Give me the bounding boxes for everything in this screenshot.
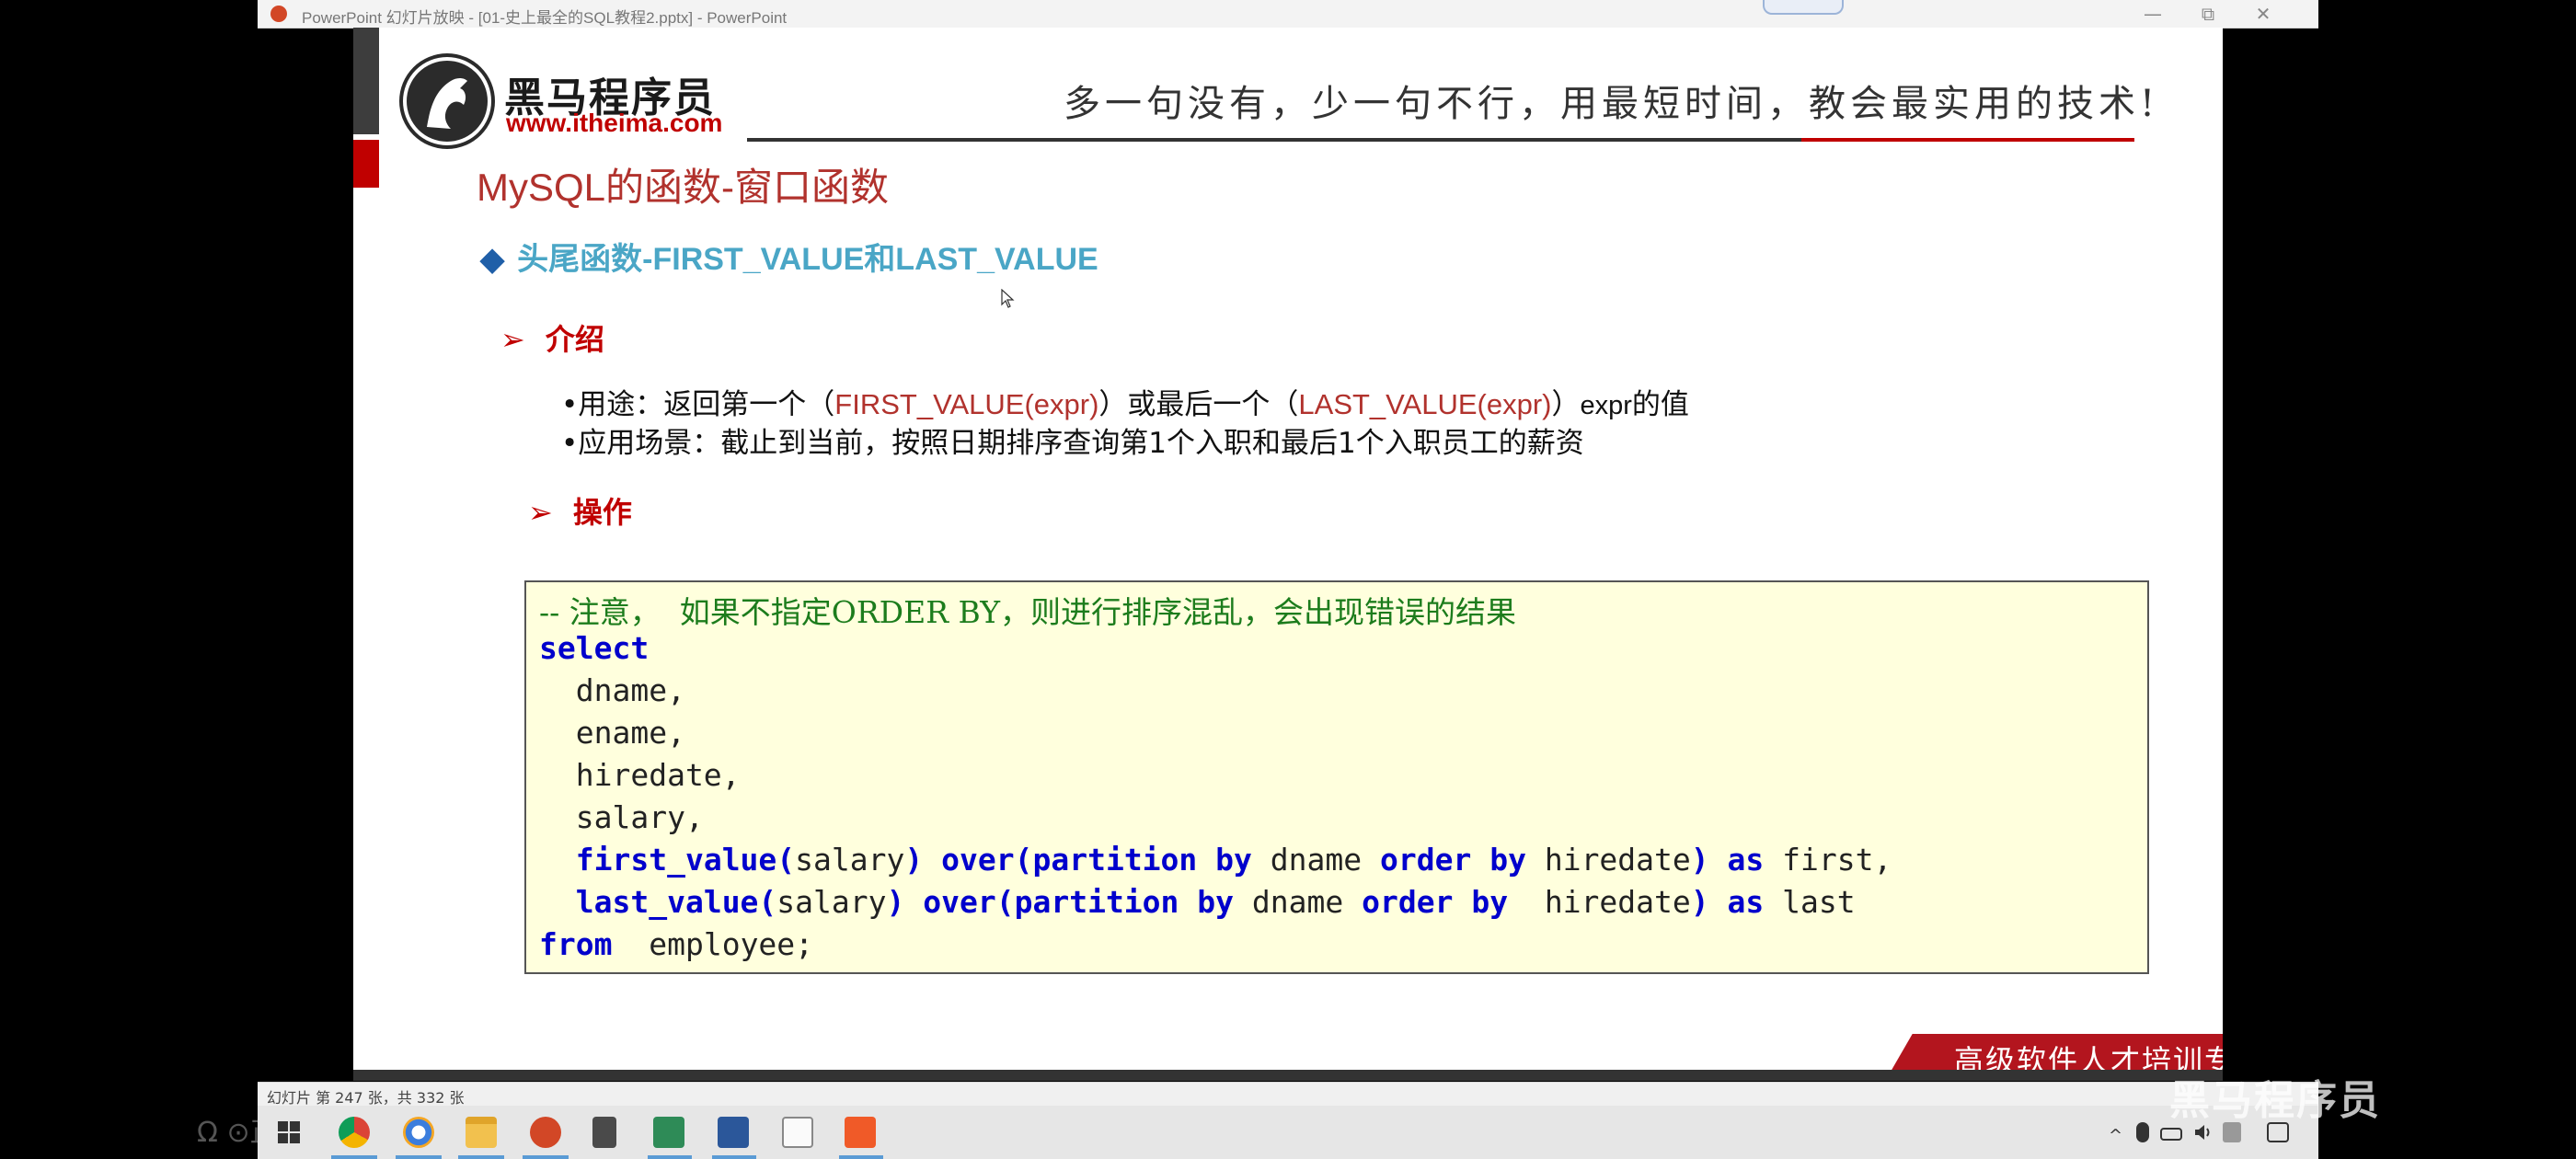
code-kw: over(partition by	[923, 884, 1235, 920]
window-title: PowerPoint 幻灯片放映 - [01-史上最全的SQL教程2.pptx]…	[302, 9, 788, 27]
intro-heading: ➢ 介绍	[500, 316, 604, 359]
powerpoint-icon	[270, 6, 287, 22]
fn-first-value: FIRST_VALUE(expr)	[834, 388, 1099, 420]
code-from: from employee;	[539, 926, 813, 962]
code-kw: )	[1690, 842, 1709, 878]
slogan: 多一句没有，少一句不行，用最短时间，教会最实用的技术!	[1064, 83, 2160, 125]
calculator-icon[interactable]	[592, 1117, 616, 1148]
powerpoint-app-icon[interactable]	[530, 1117, 561, 1148]
code-line: hiredate,	[539, 757, 741, 793]
restore-button[interactable]: ⧉	[2180, 0, 2236, 28]
sql-code-block: -- 注意， 如果不指定ORDER BY，则进行排序混乱，会出现错误的结果 se…	[524, 580, 2149, 974]
code-line: dname,	[539, 672, 685, 708]
mouse-cursor-icon	[1001, 289, 1015, 308]
arrow-bullet-icon: ➢	[500, 322, 525, 357]
code-kw: as	[1727, 884, 1765, 920]
logo-url: www.itheima.com	[506, 109, 723, 137]
code-kw: over(partition by	[941, 842, 1252, 878]
code-kw: last_value(	[575, 884, 777, 920]
code-line-first-value: first_value(salary) over(partition by dn…	[539, 842, 1892, 878]
chart-app-icon[interactable]	[653, 1117, 684, 1148]
code-kw: )	[1690, 884, 1709, 920]
code-kw: order by	[1362, 884, 1509, 920]
bullet-usage-close: ）	[1551, 388, 1581, 421]
minimize-button[interactable]: —	[2125, 0, 2180, 28]
code-line: ename,	[539, 715, 685, 751]
header-divider	[747, 138, 1801, 142]
battery-icon[interactable]	[2160, 1128, 2182, 1141]
bullet-usage-text: •用途：返回第一个（	[561, 388, 835, 421]
active-indicator	[396, 1155, 442, 1159]
code-select: select	[539, 630, 650, 666]
browser-icon[interactable]	[403, 1117, 434, 1148]
code-kw: )	[904, 842, 924, 878]
code-col: hiredate	[1544, 842, 1691, 878]
microphone-icon[interactable]	[2136, 1122, 2149, 1142]
code-alias: last	[1782, 884, 1856, 920]
code-comment: -- 注意， 如果不指定ORDER BY，则进行排序混乱，会出现错误的结果	[539, 594, 1517, 630]
drag-handle[interactable]	[1763, 0, 1844, 15]
code-line: salary,	[539, 799, 704, 835]
taskbar: ^	[258, 1106, 2318, 1159]
typora-icon[interactable]	[782, 1117, 813, 1148]
watermark-text: 黑马程序员	[2169, 1077, 2381, 1124]
section-heading: ◆ 头尾函数-FIRST_VALUE和LAST_VALUE	[480, 234, 1098, 279]
heading-en: -FIRST_VALUE和LAST_VALUE	[642, 242, 1098, 277]
title-bar[interactable]: PowerPoint 幻灯片放映 - [01-史上最全的SQL教程2.pptx]…	[258, 0, 2318, 29]
intro-label: 介绍	[545, 322, 604, 357]
fn-last-value: LAST_VALUE(expr)	[1298, 388, 1552, 420]
header-divider-accent	[1801, 138, 2134, 142]
bullet-usage-mid: ）或最后一个（	[1098, 388, 1299, 421]
bullet-scenario: •应用场景：截止到当前，按照日期排序查询第1个入职和最后1个入职员工的薪资	[561, 427, 1584, 460]
code-kw: from	[539, 926, 613, 962]
code-alias: first,	[1782, 842, 1892, 878]
active-indicator	[648, 1155, 692, 1159]
slide-counter: 幻灯片 第 247 张，共 332 张	[267, 1089, 465, 1107]
operation-label: 操作	[572, 495, 632, 530]
tray-chevron-icon[interactable]: ^	[2109, 1126, 2125, 1145]
chrome-icon[interactable]	[339, 1117, 370, 1148]
active-indicator	[839, 1155, 883, 1159]
windows-start-icon[interactable]	[276, 1119, 302, 1145]
bullet-usage: •用途：返回第一个（FIRST_VALUE(expr)）或最后一个（LAST_V…	[561, 381, 1689, 422]
slide-title: MySQL的函数-窗口函数	[477, 166, 890, 209]
active-indicator	[458, 1155, 504, 1159]
code-col: hiredate	[1525, 884, 1691, 920]
active-indicator	[523, 1155, 569, 1159]
code-kw: as	[1727, 842, 1765, 878]
decor-bar-red	[353, 140, 379, 188]
code-col: dname	[1270, 842, 1363, 878]
operation-heading: ➢ 操作	[528, 489, 632, 532]
code-line-last-value: last_value(salary) over(partition by dna…	[539, 884, 1856, 920]
powerpoint-window: PowerPoint 幻灯片放映 - [01-史上最全的SQL教程2.pptx]…	[258, 0, 2379, 1159]
code-kw: order by	[1380, 842, 1526, 878]
heading-cn: 头尾函数	[517, 241, 643, 278]
arrow-bullet-icon: ➢	[528, 495, 553, 530]
status-bar: 幻灯片 第 247 张，共 332 张	[258, 1082, 2318, 1107]
code-kw: first_value(	[575, 842, 796, 878]
footer-bar	[353, 1070, 2223, 1081]
code-kw: )	[886, 884, 905, 920]
horse-logo-icon	[399, 53, 495, 149]
diamond-bullet-icon: ◆	[480, 242, 505, 277]
code-col: dname	[1251, 884, 1344, 920]
bullet-usage-expr: expr	[1580, 391, 1632, 420]
file-explorer-icon[interactable]	[466, 1117, 497, 1148]
screen-recorder-icon[interactable]	[845, 1117, 876, 1148]
code-arg: salary	[776, 884, 887, 920]
word-icon[interactable]	[718, 1117, 749, 1148]
close-button[interactable]: ✕	[2236, 0, 2291, 28]
bullet-usage-end: 的值	[1631, 388, 1689, 421]
active-indicator	[331, 1155, 377, 1159]
active-indicator	[712, 1155, 756, 1159]
code-table: employee;	[630, 926, 814, 962]
code-arg: salary	[795, 842, 905, 878]
decor-bar-gray	[353, 28, 379, 134]
slide-canvas[interactable]: 黑马程序员 www.itheima.com 多一句没有，少一句不行，用最短时间，…	[353, 28, 2223, 1081]
